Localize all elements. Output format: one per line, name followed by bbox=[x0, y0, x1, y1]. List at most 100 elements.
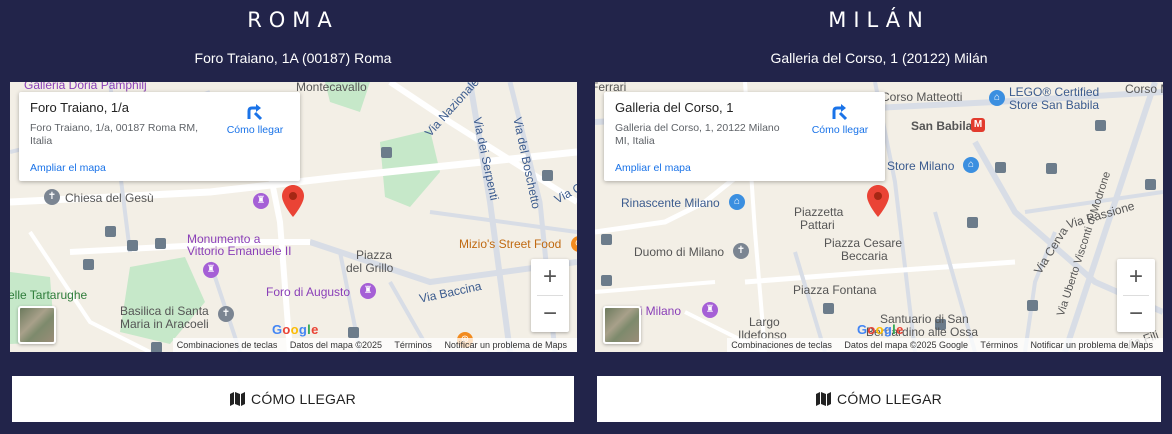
map-label: Piazza Cesare bbox=[824, 236, 903, 250]
map-label: San Babila bbox=[911, 119, 973, 133]
bus-stop-icon[interactable] bbox=[381, 147, 392, 158]
map-attribution: Combinaciones de teclas Datos del mapa ©… bbox=[172, 338, 577, 352]
location-pin-icon[interactable] bbox=[867, 185, 889, 217]
expand-map-link[interactable]: Ampliar el mapa bbox=[30, 162, 106, 174]
directions-label: Cómo llegar bbox=[226, 124, 284, 136]
place-info-card: Galleria del Corso, 1 Galleria del Corso… bbox=[604, 92, 885, 181]
map-icon bbox=[816, 392, 832, 406]
bus-stop-icon[interactable] bbox=[151, 342, 162, 352]
church-icon[interactable]: ✝ bbox=[218, 306, 234, 322]
map-label: Maria in Aracoeli bbox=[120, 317, 209, 331]
map-label: Vittorio Emanuele II bbox=[187, 244, 292, 258]
metro-icon[interactable]: M bbox=[971, 118, 985, 132]
museum-icon[interactable]: ♜ bbox=[253, 193, 269, 209]
bus-stop-icon[interactable] bbox=[1095, 120, 1106, 131]
museum-icon[interactable]: ♜ bbox=[702, 302, 718, 318]
roma-column: ROMA Foro Traiano, 1A (00187) Roma Galle… bbox=[0, 0, 586, 434]
map-data-label: Datos del mapa ©2025 Google bbox=[844, 340, 969, 350]
map-label: Chiesa del Gesù bbox=[65, 191, 154, 205]
map-label: Piazza bbox=[356, 248, 393, 262]
bus-stop-icon[interactable] bbox=[155, 238, 166, 249]
map-label: LEGO® Certified bbox=[1009, 85, 1100, 99]
bus-stop-icon[interactable] bbox=[823, 303, 834, 314]
bus-stop-icon[interactable] bbox=[601, 234, 612, 245]
milan-directions-button[interactable]: CÓMO LLEGAR bbox=[597, 376, 1161, 422]
roma-directions-button[interactable]: CÓMO LLEGAR bbox=[12, 376, 574, 422]
bus-stop-icon[interactable] bbox=[542, 170, 553, 181]
zoom-controls: + − bbox=[531, 259, 569, 332]
directions-icon bbox=[247, 104, 263, 121]
map-label: Galleria Doria Pamphilj bbox=[24, 82, 147, 92]
expand-map-link[interactable]: Ampliar el mapa bbox=[615, 162, 691, 174]
map-label: Store Milano bbox=[887, 159, 955, 173]
shop-icon[interactable]: ⌂ bbox=[729, 194, 745, 210]
report-link[interactable]: Notificar un problema de Maps bbox=[444, 340, 567, 350]
terms-link[interactable]: Términos bbox=[394, 340, 432, 350]
map-data-label: Datos del mapa ©2025 bbox=[289, 340, 383, 350]
place-title: Foro Traiano, 1/a bbox=[30, 100, 129, 115]
satellite-toggle[interactable] bbox=[603, 306, 641, 344]
map-icon bbox=[230, 392, 246, 406]
bus-stop-icon[interactable] bbox=[105, 226, 116, 237]
zoom-in-button[interactable]: + bbox=[531, 259, 569, 295]
button-label: CÓMO LLEGAR bbox=[251, 391, 356, 407]
map-label: Rinascente Milano bbox=[621, 196, 720, 210]
map-label: del Grillo bbox=[346, 261, 394, 275]
map-label: Foro di Augusto bbox=[266, 285, 351, 299]
milan-column: MILÁN Galleria del Corso, 1 (20122) Milá… bbox=[586, 0, 1172, 434]
zoom-out-button[interactable]: − bbox=[531, 296, 569, 332]
map-label: Corso Mo bbox=[1125, 82, 1163, 96]
bus-stop-icon[interactable] bbox=[967, 217, 978, 228]
terms-link[interactable]: Términos bbox=[980, 340, 1018, 350]
bus-stop-icon[interactable] bbox=[601, 275, 612, 286]
place-address: Foro Traiano, 1/a, 00187 Roma RM, Italia bbox=[30, 122, 199, 147]
shop-icon[interactable]: ⌂ bbox=[989, 90, 1005, 106]
city-title: MILÁN bbox=[828, 8, 930, 32]
museum-icon[interactable]: ♜ bbox=[360, 283, 376, 299]
city-title: ROMA bbox=[247, 8, 339, 32]
location-pin-icon[interactable] bbox=[282, 185, 304, 217]
bus-stop-icon[interactable] bbox=[1145, 179, 1156, 190]
place-info-card: Foro Traiano, 1/a Foro Traiano, 1/a, 001… bbox=[19, 92, 300, 181]
church-icon[interactable]: ✝ bbox=[44, 189, 60, 205]
bus-stop-icon[interactable] bbox=[1046, 163, 1057, 174]
directions-label: Cómo llegar bbox=[811, 124, 869, 136]
shop-icon[interactable]: ⌂ bbox=[963, 157, 979, 173]
bus-stop-icon[interactable] bbox=[1027, 300, 1038, 311]
zoom-out-button[interactable]: − bbox=[1117, 296, 1155, 332]
map-attribution: Combinaciones de teclas Datos del mapa ©… bbox=[727, 338, 1163, 352]
bus-stop-icon[interactable] bbox=[348, 327, 359, 338]
map-label: Basilica di Santa bbox=[120, 304, 209, 318]
roma-map[interactable]: Galleria Doria Pamphilj Montecavallo Via… bbox=[10, 82, 577, 352]
google-logo: Google bbox=[272, 322, 319, 337]
bus-stop-icon[interactable] bbox=[83, 259, 94, 270]
map-label: Store San Babila bbox=[1009, 98, 1100, 112]
button-label: CÓMO LLEGAR bbox=[837, 391, 942, 407]
zoom-controls: + − bbox=[1117, 259, 1155, 332]
milan-map[interactable]: Ferrari Corso Matteotti ⌂ LEGO® Certifie… bbox=[595, 82, 1163, 352]
directions-link[interactable]: Cómo llegar bbox=[226, 101, 284, 136]
city-address: Foro Traiano, 1A (00187) Roma bbox=[194, 50, 392, 66]
place-title: Galleria del Corso, 1 bbox=[615, 100, 734, 115]
map-label: Pattari bbox=[800, 218, 835, 232]
directions-link[interactable]: Cómo llegar bbox=[811, 101, 869, 136]
directions-icon bbox=[832, 104, 848, 121]
keyboard-shortcuts-link[interactable]: Combinaciones de teclas bbox=[731, 340, 832, 350]
map-label: Largo bbox=[749, 315, 780, 329]
bus-stop-icon[interactable] bbox=[127, 240, 138, 251]
map-label: elle Tartarughe bbox=[10, 288, 88, 302]
map-label: Mizio's Street Food bbox=[459, 237, 562, 251]
report-link[interactable]: Notificar un problema de Maps bbox=[1030, 340, 1153, 350]
zoom-in-button[interactable]: + bbox=[1117, 259, 1155, 295]
map-label: Corso Matteotti bbox=[881, 90, 963, 104]
satellite-toggle[interactable] bbox=[18, 306, 56, 344]
church-icon[interactable]: ✝ bbox=[733, 243, 749, 259]
city-address: Galleria del Corso, 1 (20122) Milán bbox=[770, 50, 988, 66]
map-label: Piazza Fontana bbox=[793, 283, 877, 297]
bus-stop-icon[interactable] bbox=[995, 162, 1006, 173]
keyboard-shortcuts-link[interactable]: Combinaciones de teclas bbox=[177, 340, 278, 350]
google-logo: Google bbox=[857, 322, 904, 337]
map-label: Beccaria bbox=[841, 249, 888, 263]
place-address: Galleria del Corso, 1, 20122 Milano MI, … bbox=[615, 122, 780, 147]
museum-icon[interactable]: ♜ bbox=[203, 262, 219, 278]
